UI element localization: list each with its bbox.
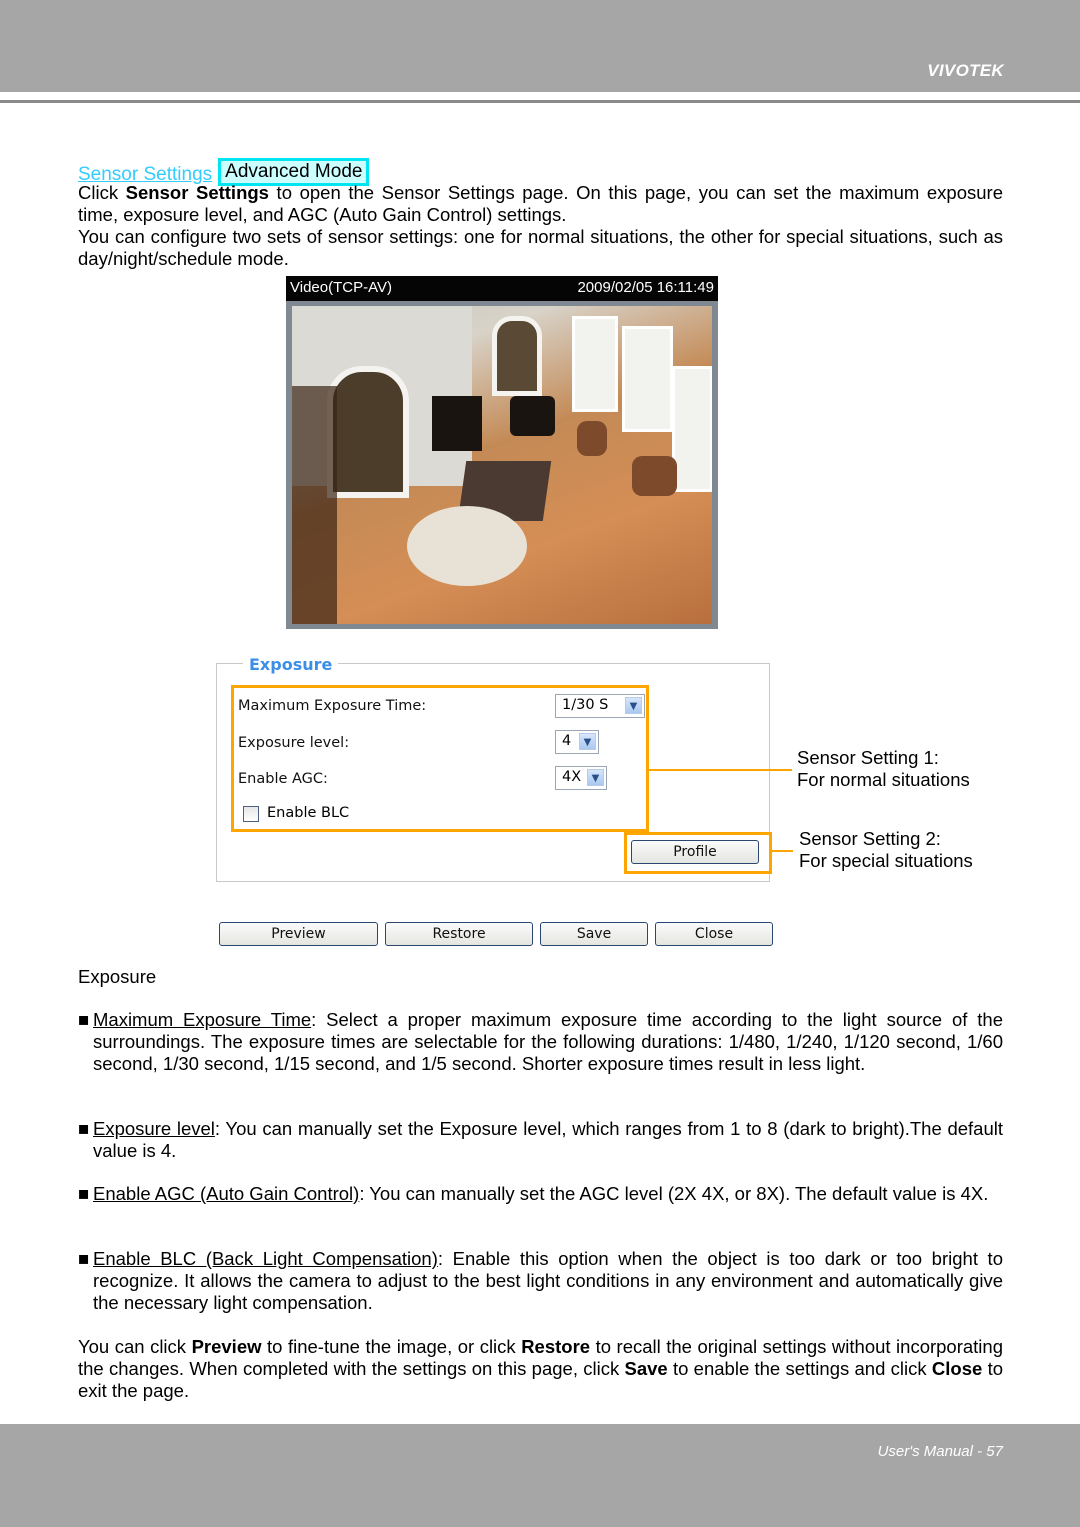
closing-bold-preview: Preview: [191, 1336, 262, 1357]
max-exposure-time-label: Maximum Exposure Time:: [238, 698, 427, 714]
save-button[interactable]: Save: [540, 922, 648, 946]
bullet-term: Enable AGC (Auto Gain Control): [93, 1183, 360, 1204]
profile-button[interactable]: Profile: [631, 840, 759, 864]
callout-desc: For normal situations: [797, 769, 970, 790]
closing-bold-close: Close: [931, 1357, 983, 1379]
select-value: 4: [562, 733, 572, 749]
enable-blc-checkbox[interactable]: [243, 806, 259, 822]
video-title-bar: Video(TCP-AV) 2009/02/05 16:11:49: [286, 276, 718, 301]
closing-bold-save: Save: [624, 1357, 668, 1379]
callout-connector-1: [646, 769, 792, 771]
chevron-down-icon: ▼: [587, 769, 604, 786]
closing-text: You can click: [78, 1336, 192, 1357]
bullet-square-icon: ■: [78, 1009, 90, 1030]
bullet-text: : You can manually set the Exposure leve…: [93, 1118, 1003, 1161]
closing-text: to enable the settings and click: [667, 1357, 932, 1379]
restore-button[interactable]: Restore: [385, 922, 533, 946]
exposure-heading: Exposure: [78, 966, 157, 987]
intro-bold-term: Sensor Settings: [125, 182, 269, 203]
callout-desc: For special situations: [799, 850, 973, 871]
preview-button[interactable]: Preview: [219, 922, 378, 946]
bullet-max-exposure-time: ■ Maximum Exposure Time: Select a proper…: [78, 1009, 1003, 1074]
exposure-level-label: Exposure level:: [238, 735, 350, 751]
enable-blc-label: Enable BLC: [267, 805, 350, 821]
max-exposure-time-select[interactable]: 1/30 S ▼: [555, 694, 645, 718]
exposure-level-select[interactable]: 4 ▼: [555, 730, 599, 754]
closing-text: to fine-tune the image, or click: [261, 1336, 522, 1357]
page-number: User's Manual - 57: [877, 1443, 1003, 1460]
intro-text: Click: [78, 182, 126, 203]
bullet-text: : You can manually set the AGC level (2X…: [359, 1183, 989, 1204]
callout-title: Sensor Setting 2:: [799, 828, 941, 849]
bullet-exposure-level: ■ Exposure level: You can manually set t…: [78, 1118, 1003, 1162]
bullet-term: Maximum Exposure Time: [93, 1009, 312, 1030]
select-value: 4X: [562, 769, 582, 785]
enable-agc-label: Enable AGC:: [238, 771, 328, 787]
close-button[interactable]: Close: [655, 922, 773, 946]
brand-logo: VIVOTEK: [927, 61, 1004, 80]
bullet-square-icon: ■: [78, 1118, 90, 1139]
bullet-enable-blc: ■ Enable BLC (Back Light Compensation): …: [78, 1248, 1003, 1313]
enable-agc-select[interactable]: 4X ▼: [555, 766, 607, 790]
page-footer: [0, 1424, 1080, 1527]
camera-view-image: [292, 306, 712, 624]
callout-title: Sensor Setting 1:: [797, 747, 939, 768]
bullet-enable-agc: ■ Enable AGC (Auto Gain Control): You ca…: [78, 1183, 1003, 1205]
bullet-square-icon: ■: [78, 1248, 90, 1269]
chevron-down-icon: ▼: [579, 733, 596, 750]
select-value: 1/30 S: [562, 697, 609, 713]
closing-bold-restore: Restore: [521, 1336, 591, 1357]
video-timestamp: 2009/02/05 16:11:49: [577, 279, 714, 296]
closing-paragraph: You can click Preview to fine-tune the i…: [78, 1336, 1003, 1401]
callout-connector-2: [769, 850, 793, 852]
video-preview: Video(TCP-AV) 2009/02/05 16:11:49: [286, 276, 718, 629]
exposure-legend: Exposure: [243, 655, 339, 674]
sensor-setting-1-callout: Sensor Setting 1: For normal situations: [797, 747, 970, 791]
header-divider: [0, 100, 1080, 103]
intro-paragraph-1: Click Sensor Settings to open the Sensor…: [78, 182, 1003, 226]
chevron-down-icon: ▼: [625, 697, 642, 714]
page-header: [0, 0, 1080, 92]
video-title: Video(TCP-AV): [290, 279, 392, 296]
bullet-square-icon: ■: [78, 1183, 90, 1204]
bullet-term: Exposure level: [93, 1118, 215, 1139]
sensor-setting-2-callout: Sensor Setting 2: For special situations: [799, 828, 973, 872]
bullet-term: Enable BLC (Back Light Compensation): [93, 1248, 438, 1269]
intro-paragraph-2: You can configure two sets of sensor set…: [78, 226, 1003, 269]
